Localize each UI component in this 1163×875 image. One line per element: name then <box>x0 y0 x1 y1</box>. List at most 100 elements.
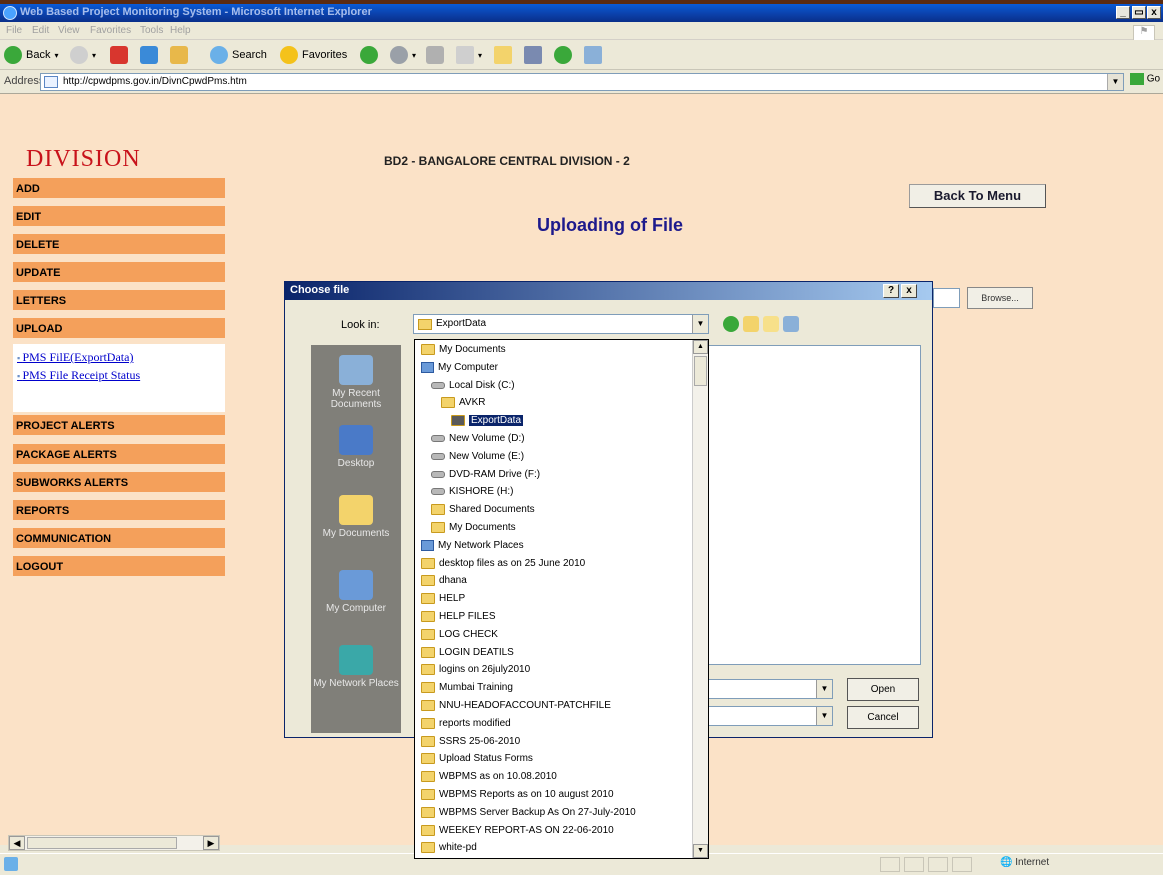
folder-button[interactable] <box>494 44 516 66</box>
menu-favorites[interactable]: Favorites <box>90 25 131 36</box>
open-button[interactable]: Open <box>847 678 919 701</box>
back-to-menu-button[interactable]: Back To Menu <box>909 184 1046 208</box>
dropdown-item[interactable]: logins on 26july2010 <box>421 662 530 677</box>
forward-button[interactable]: ▾ <box>70 44 96 66</box>
pms-file-receipt-status-link[interactable]: PMS File Receipt Status <box>17 368 140 383</box>
dropdown-item[interactable]: NNU-HEADOFACCOUNT-PATCHFILE <box>421 698 611 713</box>
home-button[interactable] <box>170 44 192 66</box>
nav-package-alerts[interactable]: PACKAGE ALERTS <box>13 444 225 466</box>
favorites-button[interactable]: Favorites <box>280 44 347 66</box>
edit-button[interactable]: ▾ <box>456 44 482 66</box>
scroll-right-icon[interactable]: ▶ <box>203 836 219 850</box>
help-button[interactable]: ? <box>883 284 899 298</box>
nav-communication[interactable]: COMMUNICATION <box>13 528 225 550</box>
dropdown-item[interactable]: New Volume (E:) <box>431 449 524 464</box>
dropdown-item[interactable]: dhana <box>421 573 467 588</box>
address-dropdown-button[interactable]: ▼ <box>1107 74 1123 90</box>
close-window-button[interactable]: x <box>1147 6 1161 19</box>
look-in-dropdown-list[interactable]: My Documents My Computer Local Disk (C:) AV… <box>414 339 709 859</box>
dropdown-item[interactable]: WBPMS as on 10.08.2010 <box>421 769 557 784</box>
dropdown-item[interactable]: ExportData <box>451 413 524 428</box>
scroll-down-icon[interactable]: ▼ <box>693 844 708 858</box>
dropdown-item[interactable]: LOG CHECK <box>421 627 498 642</box>
dropdown-item[interactable]: reports modified <box>421 716 511 731</box>
dropdown-item[interactable]: white-pd <box>421 840 477 855</box>
dropdown-item[interactable]: WEEKEY REPORT-AS ON 22-06-2010 <box>421 823 614 838</box>
scroll-thumb[interactable] <box>694 356 707 386</box>
dropdown-scrollbar[interactable]: ▲ ▼ <box>692 340 708 858</box>
scroll-thumb[interactable] <box>27 837 177 849</box>
maximize-button[interactable]: ▭ <box>1132 6 1146 19</box>
horizontal-scrollbar[interactable]: ◀ ▶ <box>8 835 220 851</box>
nav-upload[interactable]: UPLOAD <box>13 318 225 340</box>
place-recent-documents[interactable]: My Recent Documents <box>311 355 401 410</box>
scroll-left-icon[interactable]: ◀ <box>9 836 25 850</box>
pms-file-export-link[interactable]: PMS FilE(ExportData) <box>17 350 133 365</box>
dropdown-item[interactable]: DVD-RAM Drive (F:) <box>431 467 540 482</box>
look-in-combo[interactable]: ExportData ▼ <box>413 314 709 334</box>
nav-subworks-alerts[interactable]: SUBWORKS ALERTS <box>13 472 225 494</box>
dropdown-item[interactable]: KISHORE (H:) <box>431 484 513 499</box>
file-name-dropdown[interactable]: ▼ <box>816 680 832 698</box>
dropdown-item[interactable]: SSRS 25-06-2010 <box>421 734 520 749</box>
discuss-button[interactable] <box>584 44 606 66</box>
file-name-input[interactable]: ▼ <box>705 679 833 699</box>
new-folder-icon[interactable] <box>763 316 779 332</box>
file-path-input[interactable] <box>933 288 960 308</box>
dialog-title-bar[interactable]: Choose file ? x <box>285 282 932 300</box>
place-my-documents[interactable]: My Documents <box>311 495 401 539</box>
menu-help[interactable]: Help <box>170 25 191 36</box>
dropdown-item[interactable]: My Computer <box>421 360 498 375</box>
cancel-button[interactable]: Cancel <box>847 706 919 729</box>
search-button[interactable]: Search <box>210 44 267 66</box>
menu-file[interactable]: File <box>6 25 22 36</box>
menu-tools[interactable]: Tools <box>140 25 163 36</box>
nav-edit[interactable]: EDIT <box>13 206 225 228</box>
dropdown-item[interactable]: My Network Places <box>421 538 524 553</box>
file-type-dropdown[interactable]: ▼ <box>816 707 832 725</box>
print-button[interactable] <box>426 44 448 66</box>
dropdown-item[interactable]: WBPMS Reports as on 10 august 2010 <box>421 787 614 802</box>
go-button[interactable]: Go <box>1130 73 1160 85</box>
nav-logout[interactable]: LOGOUT <box>13 556 225 578</box>
dropdown-item[interactable]: LOGIN DEATILS <box>421 645 514 660</box>
back-button[interactable]: Back ▾ <box>4 44 58 66</box>
refresh-button[interactable] <box>140 44 162 66</box>
dropdown-item[interactable]: My Documents <box>431 520 516 535</box>
window-title-bar[interactable]: Web Based Project Monitoring System - Mi… <box>0 4 1163 22</box>
close-dialog-button[interactable]: x <box>901 284 917 298</box>
dropdown-item[interactable]: WBPMS Server Backup As On 27-July-2010 <box>421 805 636 820</box>
nav-add[interactable]: ADD <box>13 178 225 200</box>
browse-button[interactable]: Browse... <box>967 287 1033 309</box>
dropdown-item[interactable]: New Volume (D:) <box>431 431 525 446</box>
dropdown-item[interactable]: Mumbai Training <box>421 680 513 695</box>
research-button[interactable] <box>524 44 546 66</box>
nav-project-alerts[interactable]: PROJECT ALERTS <box>13 415 225 437</box>
messenger-button[interactable] <box>554 44 576 66</box>
address-input[interactable]: http://cpwdpms.gov.in/DivnCpwdPms.htm ▼ <box>40 73 1124 91</box>
dropdown-item[interactable]: Local Disk (C:) <box>431 378 515 393</box>
place-desktop[interactable]: Desktop <box>311 425 401 469</box>
menu-view[interactable]: View <box>58 25 80 36</box>
nav-update[interactable]: UPDATE <box>13 262 225 284</box>
history-button[interactable] <box>360 44 382 66</box>
dropdown-item[interactable]: desktop files as on 25 June 2010 <box>421 556 585 571</box>
place-my-network[interactable]: My Network Places <box>311 645 401 689</box>
mail-button[interactable]: ▾ <box>390 44 416 66</box>
scroll-up-icon[interactable]: ▲ <box>693 340 708 354</box>
nav-letters[interactable]: LETTERS <box>13 290 225 312</box>
dropdown-item[interactable]: HELP <box>421 591 465 606</box>
minimize-button[interactable]: _ <box>1116 6 1130 19</box>
dropdown-item[interactable]: HELP FILES <box>421 609 496 624</box>
menu-edit[interactable]: Edit <box>32 25 49 36</box>
view-menu-icon[interactable] <box>783 316 799 332</box>
dropdown-item[interactable]: My Documents <box>421 342 506 357</box>
dropdown-item[interactable]: Shared Documents <box>431 502 535 517</box>
place-my-computer[interactable]: My Computer <box>311 570 401 614</box>
dropdown-item[interactable]: Upload Status Forms <box>421 751 533 766</box>
up-folder-icon[interactable] <box>743 316 759 332</box>
file-type-select[interactable]: ▼ <box>705 706 833 726</box>
dropdown-item[interactable]: AVKR <box>441 395 486 410</box>
nav-reports[interactable]: REPORTS <box>13 500 225 522</box>
nav-delete[interactable]: DELETE <box>13 234 225 256</box>
